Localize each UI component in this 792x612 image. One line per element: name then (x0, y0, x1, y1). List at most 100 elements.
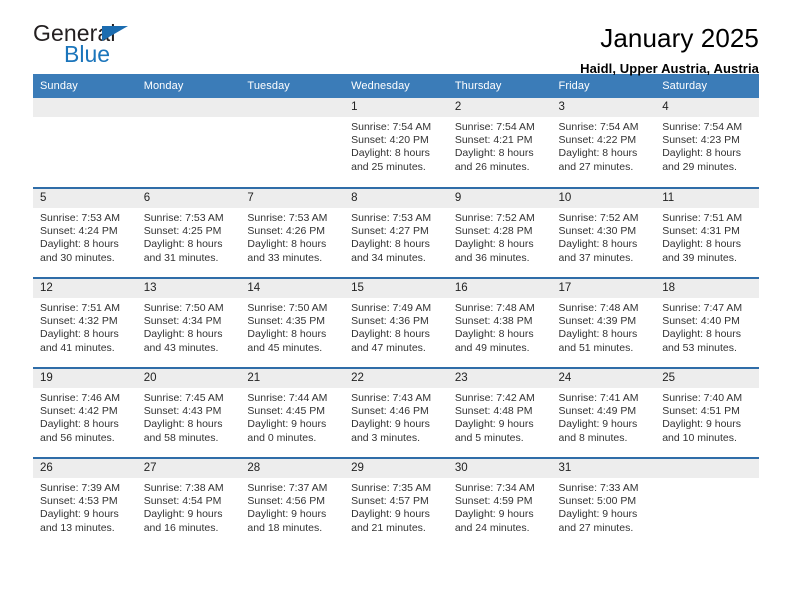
sunset-text: Sunset: 4:31 PM (662, 225, 740, 238)
day-number: 25 (655, 369, 759, 388)
calendar-day-cell[interactable]: 3 Sunrise: 7:54 AM Sunset: 4:22 PM Daylight… (551, 98, 656, 188)
calendar-body: 1 Sunrise: 7:54 AM Sunset: 4:20 PM Daylight… (33, 98, 759, 548)
sunrise-text: Sunrise: 7:38 AM (143, 482, 224, 494)
title-block: January 2025 Haidl, Upper Austria, Austr… (580, 22, 759, 76)
calendar-day-cell[interactable] (240, 98, 345, 188)
daylight-text-line1: Daylight: 8 hours (351, 238, 430, 251)
daylight-text-line1: Daylight: 9 hours (351, 418, 430, 431)
calendar-day-cell[interactable]: 7 Sunrise: 7:53 AM Sunset: 4:26 PM Daylight… (240, 187, 345, 278)
day-sun-info: Sunrise: 7:50 AM Sunset: 4:35 PM Daylight:… (240, 298, 344, 355)
sunrise-text: Sunrise: 7:51 AM (40, 302, 120, 314)
sunrise-text: Sunrise: 7:37 AM (247, 482, 328, 494)
day-sun-info: Sunrise: 7:41 AM Sunset: 4:49 PM Daylight:… (552, 388, 656, 445)
day-number: 2 (447, 98, 552, 117)
calendar-day-cell[interactable]: 21 Sunrise: 7:44 AM Sunset: 4:45 PM Dayligh… (240, 367, 345, 458)
daylight-text-line2: and 29 minutes. (662, 160, 737, 173)
day-sun-info: Sunrise: 7:48 AM Sunset: 4:39 PM Daylight:… (552, 298, 656, 355)
sunrise-text: Sunrise: 7:43 AM (351, 392, 432, 404)
daylight-text-line2: and 30 minutes. (40, 251, 115, 264)
calendar-week-row: 5 Sunrise: 7:53 AM Sunset: 4:24 PM Daylight… (33, 187, 759, 278)
daylight-text-line2: and 5 minutes. (454, 431, 524, 444)
sunset-text: Sunset: 4:23 PM (662, 134, 740, 147)
calendar-day-cell[interactable]: 16 Sunrise: 7:48 AM Sunset: 4:38 PM Dayligh… (447, 277, 552, 368)
calendar-day-cell[interactable]: 17 Sunrise: 7:48 AM Sunset: 4:39 PM Dayligh… (551, 277, 656, 368)
sunset-text: Sunset: 4:25 PM (143, 225, 222, 238)
day-number: 12 (33, 279, 137, 298)
calendar-day-cell[interactable]: 12 Sunrise: 7:51 AM Sunset: 4:32 PM Dayligh… (33, 277, 137, 368)
daylight-text-line2: and 21 minutes. (351, 521, 426, 534)
daylight-text-line1: Daylight: 9 hours (40, 508, 119, 521)
day-number: 16 (447, 279, 552, 298)
day-sun-info: Sunrise: 7:35 AM Sunset: 4:57 PM Daylight:… (344, 478, 448, 535)
calendar-week-row: 26 Sunrise: 7:39 AM Sunset: 4:53 PM Dayligh… (33, 457, 759, 548)
day-number: 9 (447, 189, 552, 208)
day-sun-info: Sunrise: 7:33 AM Sunset: 5:00 PM Daylight:… (552, 478, 656, 535)
daylight-text-line1: Daylight: 8 hours (662, 238, 742, 251)
daylight-text-line2: and 25 minutes. (351, 160, 426, 173)
calendar-day-cell[interactable]: 15 Sunrise: 7:49 AM Sunset: 4:36 PM Dayligh… (344, 277, 448, 368)
sunset-text: Sunset: 4:40 PM (662, 315, 740, 328)
calendar-day-cell[interactable] (655, 457, 759, 548)
calendar-day-cell[interactable]: 25 Sunrise: 7:40 AM Sunset: 4:51 PM Dayligh… (655, 367, 759, 458)
calendar-day-cell[interactable]: 6 Sunrise: 7:53 AM Sunset: 4:25 PM Daylight… (136, 187, 241, 278)
calendar-day-cell[interactable]: 18 Sunrise: 7:47 AM Sunset: 4:40 PM Dayligh… (655, 277, 759, 368)
daylight-text-line1: Daylight: 9 hours (558, 418, 638, 431)
calendar-day-cell[interactable]: 23 Sunrise: 7:42 AM Sunset: 4:48 PM Dayligh… (447, 367, 552, 458)
sunset-text: Sunset: 4:27 PM (351, 225, 429, 238)
day-sun-info: Sunrise: 7:39 AM Sunset: 4:53 PM Daylight:… (33, 478, 137, 535)
calendar-day-cell[interactable]: 14 Sunrise: 7:50 AM Sunset: 4:35 PM Dayligh… (240, 277, 345, 368)
calendar-day-cell[interactable]: 9 Sunrise: 7:52 AM Sunset: 4:28 PM Daylight… (447, 187, 552, 278)
calendar-day-cell[interactable]: 31 Sunrise: 7:33 AM Sunset: 5:00 PM Dayligh… (551, 457, 656, 548)
daylight-text-line1: Daylight: 8 hours (351, 147, 430, 160)
daylight-text-line2: and 49 minutes. (454, 341, 530, 354)
brand-logo[interactable]: General Blue (33, 22, 163, 74)
day-number: 31 (551, 459, 656, 478)
day-sun-info: Sunrise: 7:47 AM Sunset: 4:40 PM Daylight:… (655, 298, 759, 355)
calendar-day-cell[interactable]: 4 Sunrise: 7:54 AM Sunset: 4:23 PM Daylight… (655, 98, 759, 188)
sunrise-text: Sunrise: 7:45 AM (143, 392, 224, 404)
day-sun-info: Sunrise: 7:50 AM Sunset: 4:34 PM Daylight:… (137, 298, 241, 355)
calendar-day-cell[interactable]: 2 Sunrise: 7:54 AM Sunset: 4:21 PM Daylight… (447, 98, 552, 188)
day-number: 29 (344, 459, 448, 478)
calendar-day-cell[interactable]: 11 Sunrise: 7:51 AM Sunset: 4:31 PM Dayligh… (655, 187, 759, 278)
calendar-day-cell[interactable]: 30 Sunrise: 7:34 AM Sunset: 4:59 PM Dayligh… (447, 457, 552, 548)
calendar-day-cell[interactable]: 29 Sunrise: 7:35 AM Sunset: 4:57 PM Dayligh… (344, 457, 448, 548)
calendar-day-cell[interactable] (33, 98, 137, 188)
sunset-text: Sunset: 4:46 PM (351, 405, 429, 418)
calendar-day-cell[interactable]: 22 Sunrise: 7:43 AM Sunset: 4:46 PM Dayligh… (344, 367, 448, 458)
daylight-text-line1: Daylight: 8 hours (558, 238, 638, 251)
calendar-day-cell[interactable]: 10 Sunrise: 7:52 AM Sunset: 4:30 PM Dayligh… (551, 187, 656, 278)
daylight-text-line2: and 33 minutes. (247, 251, 323, 264)
day-sun-info: Sunrise: 7:52 AM Sunset: 4:28 PM Daylight:… (448, 208, 552, 265)
day-sun-info: Sunrise: 7:42 AM Sunset: 4:48 PM Daylight:… (448, 388, 552, 445)
daylight-text-line2: and 13 minutes. (40, 521, 115, 534)
calendar-day-cell[interactable]: 19 Sunrise: 7:46 AM Sunset: 4:42 PM Dayligh… (33, 367, 137, 458)
sunrise-text: Sunrise: 7:49 AM (351, 302, 432, 314)
calendar-day-cell[interactable]: 5 Sunrise: 7:53 AM Sunset: 4:24 PM Daylight… (33, 187, 137, 278)
calendar-day-cell[interactable]: 24 Sunrise: 7:41 AM Sunset: 4:49 PM Dayligh… (551, 367, 656, 458)
sunrise-text: Sunrise: 7:33 AM (558, 482, 639, 494)
calendar-day-cell[interactable]: 13 Sunrise: 7:50 AM Sunset: 4:34 PM Dayligh… (136, 277, 241, 368)
day-number: 18 (655, 279, 759, 298)
brand-name-blue: Blue (64, 41, 111, 67)
day-number: 21 (240, 369, 345, 388)
day-number: 23 (447, 369, 552, 388)
daylight-text-line1: Daylight: 8 hours (40, 418, 119, 431)
calendar-day-cell[interactable]: 26 Sunrise: 7:39 AM Sunset: 4:53 PM Dayligh… (33, 457, 137, 548)
day-sun-info: Sunrise: 7:38 AM Sunset: 4:54 PM Daylight:… (137, 478, 241, 535)
calendar-day-cell[interactable]: 20 Sunrise: 7:45 AM Sunset: 4:43 PM Dayligh… (136, 367, 241, 458)
calendar-day-cell[interactable]: 1 Sunrise: 7:54 AM Sunset: 4:20 PM Daylight… (344, 98, 448, 188)
daylight-text-line2: and 27 minutes. (558, 521, 634, 534)
calendar-day-cell[interactable]: 28 Sunrise: 7:37 AM Sunset: 4:56 PM Dayligh… (240, 457, 345, 548)
daylight-text-line1: Daylight: 9 hours (143, 508, 223, 521)
calendar-day-cell[interactable]: 27 Sunrise: 7:38 AM Sunset: 4:54 PM Dayligh… (136, 457, 241, 548)
daylight-text-line1: Daylight: 9 hours (454, 508, 534, 521)
sunset-text: Sunset: 4:35 PM (247, 315, 326, 328)
calendar-day-cell[interactable] (136, 98, 241, 188)
day-sun-info: Sunrise: 7:54 AM Sunset: 4:20 PM Daylight:… (344, 117, 448, 174)
sunrise-text: Sunrise: 7:52 AM (454, 212, 535, 224)
sunset-text: Sunset: 4:43 PM (143, 405, 222, 418)
sunset-text: Sunset: 4:38 PM (454, 315, 533, 328)
daylight-text-line2: and 51 minutes. (558, 341, 634, 354)
calendar-day-cell[interactable]: 8 Sunrise: 7:53 AM Sunset: 4:27 PM Daylight… (344, 187, 448, 278)
